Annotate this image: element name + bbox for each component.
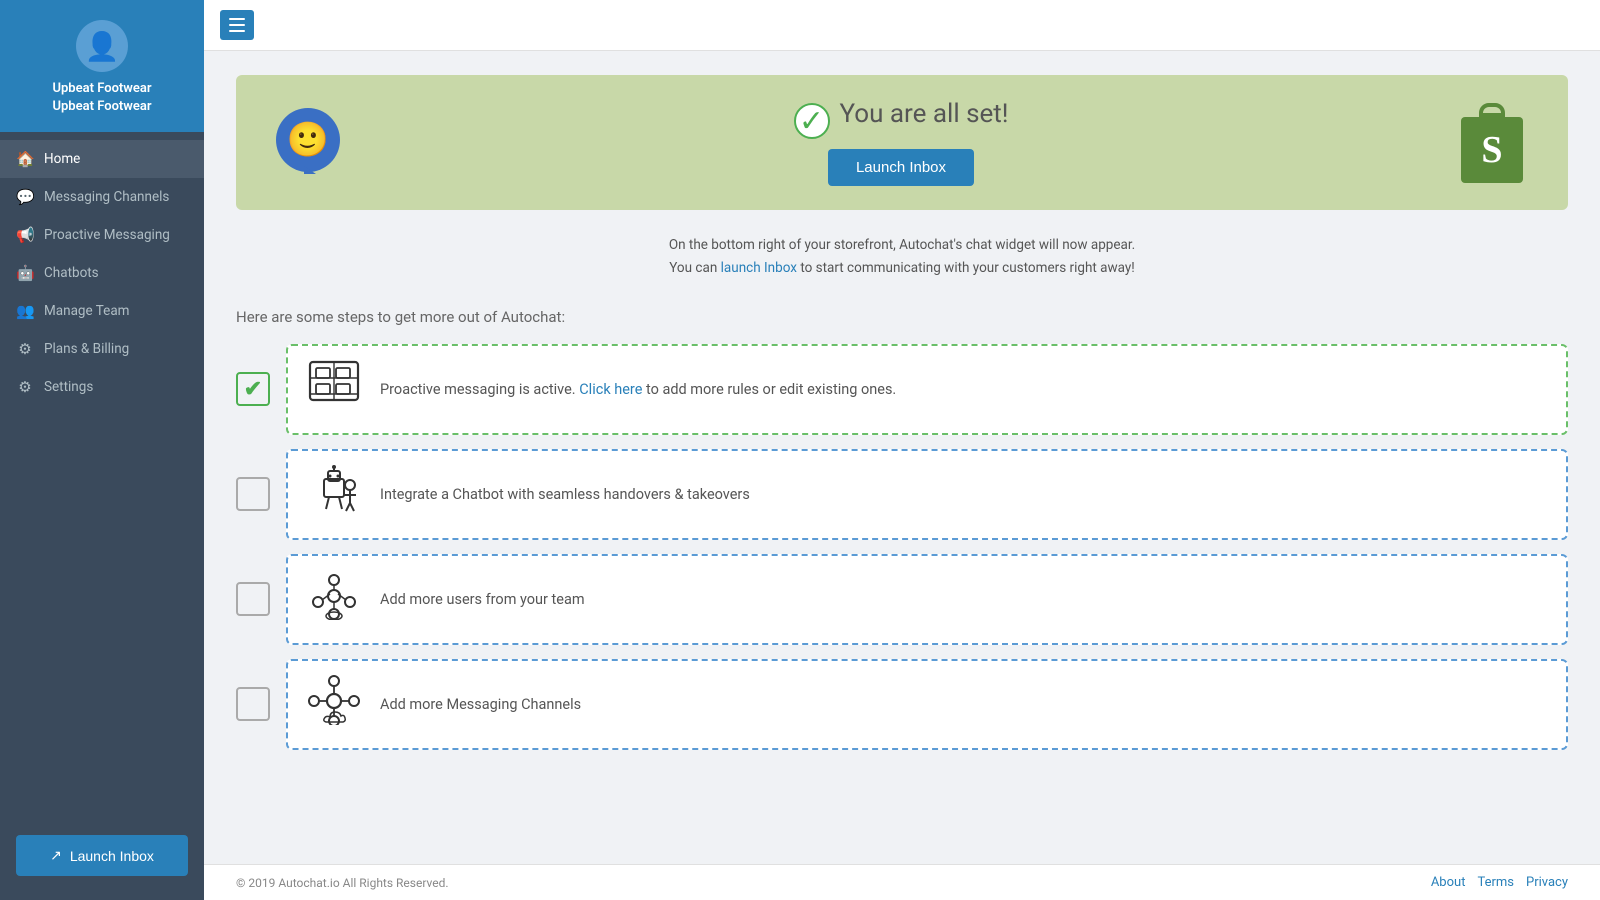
sidebar-header: 👤 Upbeat Footwear Upbeat Footwear: [0, 0, 204, 132]
shopify-bag: S: [1461, 117, 1523, 183]
channels-step-icon: [308, 675, 360, 734]
checkbox-team[interactable]: [236, 582, 270, 616]
sidebar-item-label: Proactive Messaging: [44, 227, 170, 243]
step-card-channels[interactable]: Add more Messaging Channels: [286, 659, 1568, 750]
step-row-team: Add more users from your team: [236, 554, 1568, 645]
user-icon: 👤: [85, 30, 120, 63]
sidebar-item-label: Plans & Billing: [44, 341, 129, 357]
check-circle-icon: ✓: [794, 103, 830, 139]
sidebar-item-manage-team[interactable]: 👥 Manage Team: [0, 292, 204, 330]
team-icon: 👥: [16, 302, 34, 320]
team-step-icon: [308, 570, 360, 629]
smiley-icon: 🙂: [287, 123, 329, 157]
footer-about-link[interactable]: About: [1431, 875, 1466, 890]
nav-menu: 🏠 Home 💬 Messaging Channels 📢 Proactive …: [0, 132, 204, 823]
click-here-link[interactable]: Click here: [579, 381, 642, 398]
chat-tail: [304, 166, 316, 174]
main-content: 🙂 ✓ You are all set! Launch Inbox S: [204, 0, 1600, 900]
sidebar: 👤 Upbeat Footwear Upbeat Footwear 🏠 Home…: [0, 0, 204, 900]
sidebar-item-proactive-messaging[interactable]: 📢 Proactive Messaging: [0, 216, 204, 254]
step-text-team: Add more users from your team: [380, 591, 585, 608]
banner-center: ✓ You are all set! Launch Inbox: [794, 99, 1009, 186]
sidebar-item-label: Settings: [44, 379, 93, 395]
home-icon: 🏠: [16, 150, 34, 168]
sidebar-launch-inbox-button[interactable]: ↗ Launch Inbox: [16, 835, 188, 876]
topbar: [204, 0, 1600, 51]
step-card-proactive-messaging[interactable]: Proactive messaging is active. Click her…: [286, 344, 1568, 435]
chatbot-step-icon: [308, 465, 360, 524]
footer-terms-link[interactable]: Terms: [1477, 875, 1514, 890]
step-text-channels: Add more Messaging Channels: [380, 696, 581, 713]
checkmark-icon: ✔: [244, 377, 262, 402]
shopify-handle: [1479, 103, 1505, 117]
settings-icon: ⚙: [16, 378, 34, 396]
page-content: 🙂 ✓ You are all set! Launch Inbox S: [204, 51, 1600, 864]
sidebar-item-label: Messaging Channels: [44, 189, 169, 205]
billing-icon: ⚙: [16, 340, 34, 358]
shopify-s-letter: S: [1481, 128, 1502, 172]
step-row-channels: Add more Messaging Channels: [236, 659, 1568, 750]
description-text: On the bottom right of your storefront, …: [236, 234, 1568, 280]
step-row-chatbot: Integrate a Chatbot with seamless handov…: [236, 449, 1568, 540]
avatar: 👤: [76, 20, 128, 72]
copyright-text: © 2019 Autochat.io All Rights Reserved.: [236, 876, 449, 890]
checkbox-proactive-messaging[interactable]: ✔: [236, 372, 270, 406]
steps-heading: Here are some steps to get more out of A…: [236, 308, 1568, 326]
sidebar-item-label: Manage Team: [44, 303, 130, 319]
hamburger-line: [229, 30, 245, 32]
step-card-team[interactable]: Add more users from your team: [286, 554, 1568, 645]
proactive-icon: 📢: [16, 226, 34, 244]
step-text-chatbot: Integrate a Chatbot with seamless handov…: [380, 486, 750, 503]
messaging-icon: 💬: [16, 188, 34, 206]
external-link-icon: ↗: [50, 847, 62, 864]
proactive-messaging-step-icon: [308, 360, 360, 419]
sidebar-item-home[interactable]: 🏠 Home: [0, 140, 204, 178]
step-card-chatbot[interactable]: Integrate a Chatbot with seamless handov…: [286, 449, 1568, 540]
step-text-proactive-messaging: Proactive messaging is active. Click her…: [380, 381, 896, 398]
step-row-proactive-messaging: ✔ Proactive messaging i: [236, 344, 1568, 435]
launch-inbox-link[interactable]: launch Inbox: [721, 260, 797, 276]
chat-widget-icon: 🙂: [276, 108, 346, 178]
sidebar-item-label: Home: [44, 151, 80, 167]
checkbox-chatbot[interactable]: [236, 477, 270, 511]
sidebar-item-settings[interactable]: ⚙ Settings: [0, 368, 204, 406]
footer: © 2019 Autochat.io All Rights Reserved. …: [204, 864, 1600, 900]
banner-title: You are all set!: [840, 99, 1009, 129]
hamburger-button[interactable]: [220, 10, 254, 40]
banner-check-row: ✓ You are all set!: [794, 99, 1009, 143]
shopify-icon: S: [1456, 103, 1528, 183]
footer-privacy-link[interactable]: Privacy: [1526, 875, 1568, 890]
sidebar-item-label: Chatbots: [44, 265, 99, 281]
checkbox-channels[interactable]: [236, 687, 270, 721]
sidebar-item-messaging-channels[interactable]: 💬 Messaging Channels: [0, 178, 204, 216]
store-name: Upbeat Footwear Upbeat Footwear: [52, 80, 151, 116]
setup-complete-banner: 🙂 ✓ You are all set! Launch Inbox S: [236, 75, 1568, 210]
banner-launch-inbox-button[interactable]: Launch Inbox: [828, 149, 974, 186]
sidebar-item-plans-billing[interactable]: ⚙ Plans & Billing: [0, 330, 204, 368]
sidebar-item-chatbots[interactable]: 🤖 Chatbots: [0, 254, 204, 292]
hamburger-line: [229, 18, 245, 20]
hamburger-line: [229, 24, 245, 26]
footer-links: About Terms Privacy: [1431, 875, 1568, 890]
chatbot-icon: 🤖: [16, 264, 34, 282]
